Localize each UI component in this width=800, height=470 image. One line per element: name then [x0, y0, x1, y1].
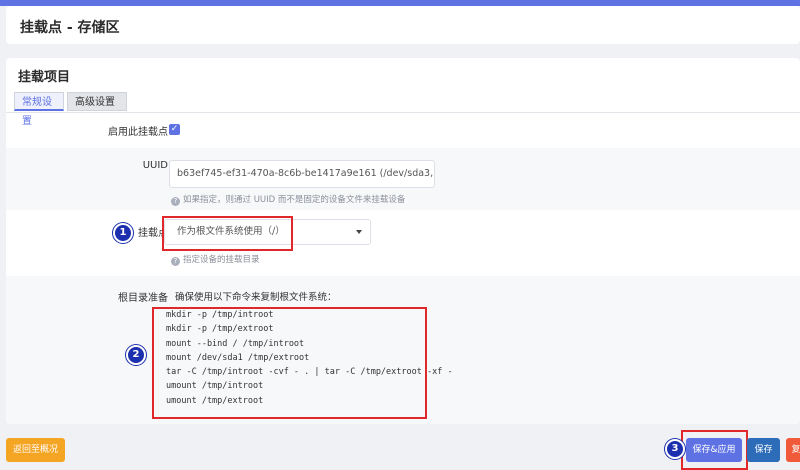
tab-divider — [6, 112, 800, 113]
enable-checkbox[interactable]: ✓ — [169, 124, 180, 135]
enable-row: 启用此挂载点 ✓ — [6, 114, 800, 148]
highlight-box-mountpoint — [162, 216, 293, 251]
uuid-select[interactable]: b63ef745-ef31-470a-8c6b-be1417a9e161 (/d… — [169, 160, 435, 188]
uuid-hint: ? 如果指定，则通过 UUID 而不是固定的设备文件来挂载设备 — [171, 193, 405, 206]
rootprep-intro: 确保使用以下命令来复制根文件系统： — [175, 292, 337, 303]
chevron-down-icon — [356, 230, 362, 234]
annotation-badge-1: 1 — [113, 223, 133, 243]
uuid-row: UUID b63ef745-ef31-470a-8c6b-be1417a9e16… — [6, 148, 800, 210]
tab-general[interactable]: 常规设置 — [14, 92, 64, 127]
title-card: 挂载点 - 存储区 — [6, 6, 800, 44]
uuid-hint-text: 如果指定，则通过 UUID 而不是固定的设备文件来挂载设备 — [183, 195, 406, 205]
mountpoint-hint: ? 指定设备的挂载目录 — [171, 253, 260, 266]
save-button[interactable]: 保存 — [747, 438, 780, 462]
tab-advanced[interactable]: 高级设置 — [67, 92, 127, 111]
help-icon: ? — [171, 197, 180, 206]
section-title: 挂载项目 — [18, 70, 71, 85]
mountpoint-row: 挂载点 ? 指定设备的挂载目录 — [6, 210, 800, 276]
annotation-badge-2: 2 — [126, 345, 146, 365]
uuid-label: UUID — [142, 160, 168, 171]
enable-label: 启用此挂载点 — [108, 127, 168, 138]
help-icon: ? — [171, 257, 180, 266]
highlight-box-commands — [152, 307, 427, 419]
annotation-badge-3: 3 — [665, 439, 685, 459]
mountpoint-hint-text: 指定设备的挂载目录 — [183, 255, 260, 265]
back-to-overview-button[interactable]: 返回至概况 — [6, 438, 65, 462]
page-title: 挂载点 - 存储区 — [20, 20, 120, 36]
save-apply-button[interactable]: 保存&应用 — [686, 438, 742, 462]
reset-button[interactable]: 复 — [786, 438, 800, 462]
rootprep-label: 根目录准备 — [118, 293, 168, 304]
